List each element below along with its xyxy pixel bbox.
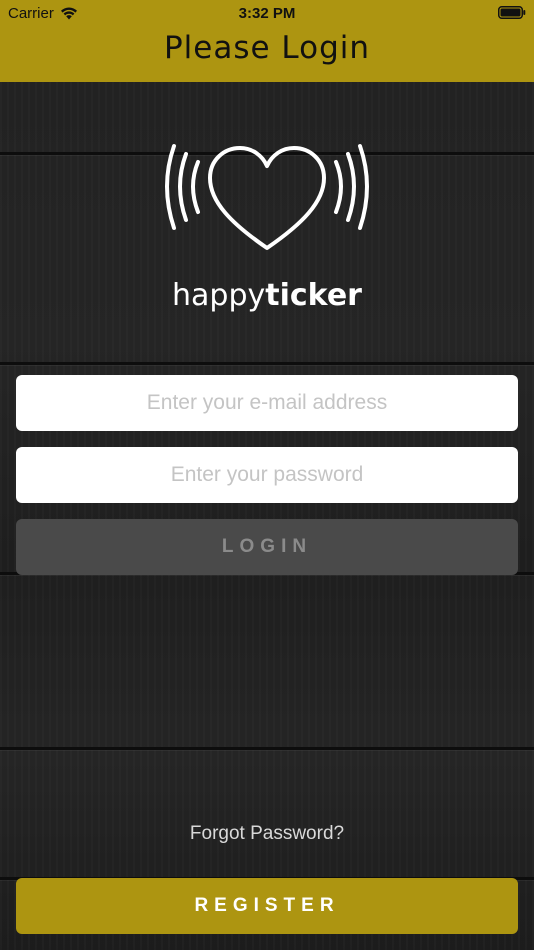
login-screen: Carrier 3:32 PM Please Login happyticker… (0, 0, 534, 950)
plank-divider (0, 362, 534, 365)
status-bar: Carrier 3:32 PM (0, 0, 534, 28)
brand-name-bold: ticker (265, 278, 362, 313)
password-field[interactable] (16, 447, 518, 503)
brand-wordmark: happyticker (0, 278, 534, 313)
page-title: Please Login (163, 30, 371, 66)
top-bar: Carrier 3:32 PM Please Login (0, 0, 534, 82)
plank-divider (0, 747, 534, 750)
status-time: 3:32 PM (238, 5, 296, 22)
brand-name-light: happy (172, 278, 266, 313)
email-field[interactable] (16, 375, 518, 431)
login-button[interactable]: LOGIN (16, 519, 518, 575)
forgot-password-link[interactable]: Forgot Password? (0, 823, 534, 845)
heart-with-signal-waves-icon (165, 144, 369, 250)
battery-icon (498, 6, 526, 19)
register-button[interactable]: REGISTER (16, 878, 518, 934)
